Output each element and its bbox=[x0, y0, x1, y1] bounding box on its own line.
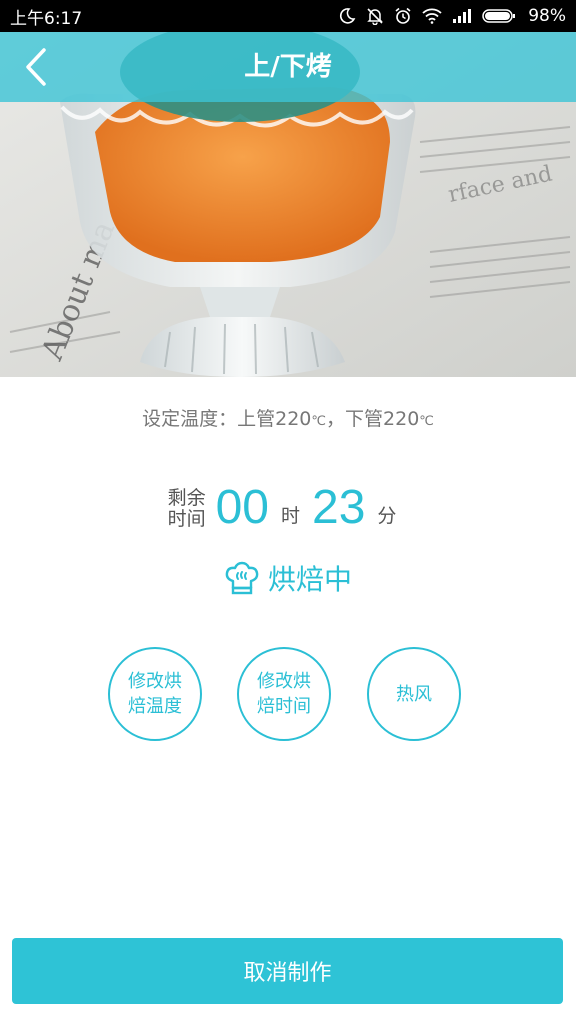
minutes-unit: 分 bbox=[377, 505, 397, 527]
remaining-minutes: 23 bbox=[312, 481, 366, 534]
cancel-production-button[interactable]: 取消制作 bbox=[12, 938, 563, 1004]
status-time: 上午6:17 bbox=[10, 8, 83, 29]
upper-temp-value: 220 bbox=[275, 408, 312, 430]
baking-status: 烘焙中 bbox=[0, 556, 576, 600]
baking-screen: 上午6:17 98% About ma rface and 上/下烤 设定温度：… bbox=[0, 0, 576, 1024]
alarm-icon bbox=[395, 7, 411, 24]
page-title: 上/下烤 bbox=[244, 52, 332, 82]
title-bar: 上/下烤 bbox=[0, 32, 576, 102]
upper-temp-unit: ℃ bbox=[311, 414, 326, 429]
cancel-production-label: 取消制作 bbox=[243, 961, 332, 986]
hot-air-button[interactable]: 热风 bbox=[367, 647, 461, 741]
hot-air-label: 热风 bbox=[396, 683, 432, 705]
back-button[interactable] bbox=[14, 44, 58, 90]
wifi-icon bbox=[422, 8, 442, 24]
status-bar: 上午6:17 98% bbox=[0, 0, 576, 32]
modify-temperature-button[interactable]: 修改烘 焙温度 bbox=[108, 647, 202, 741]
remaining-label: 剩余 时间 bbox=[168, 488, 206, 530]
remaining-hours: 00 bbox=[215, 481, 269, 534]
hours-unit: 时 bbox=[280, 505, 300, 527]
remaining-label-line2: 时间 bbox=[167, 508, 206, 530]
temp-separator: ，下管 bbox=[326, 408, 384, 430]
chevron-left-icon bbox=[26, 48, 46, 86]
moon-icon bbox=[340, 8, 356, 24]
baking-status-text: 烘焙中 bbox=[267, 563, 352, 596]
battery-icon bbox=[482, 9, 516, 23]
modify-temp-line1: 修改烘 bbox=[128, 671, 182, 692]
lower-temp-value: 220 bbox=[383, 408, 420, 430]
remaining-time: 剩余 时间 00 时 23 分 bbox=[0, 478, 576, 538]
modify-time-button[interactable]: 修改烘 焙时间 bbox=[237, 647, 331, 741]
signal-icon bbox=[453, 9, 472, 23]
lower-temp-unit: ℃ bbox=[419, 414, 434, 429]
modify-time-line1: 修改烘 bbox=[257, 671, 311, 692]
battery-percent: 98% bbox=[528, 6, 566, 26]
temperature-setting: 设定温度：上管220℃，下管220℃ bbox=[0, 404, 576, 431]
status-icons: 98% bbox=[338, 6, 566, 26]
modify-temp-line2: 焙温度 bbox=[128, 696, 182, 717]
modify-time-line2: 焙时间 bbox=[257, 696, 311, 717]
temp-prefix: 设定温度：上管 bbox=[142, 408, 276, 430]
remaining-label-line1: 剩余 bbox=[167, 487, 206, 509]
mute-bell-icon bbox=[367, 8, 384, 25]
chef-hat-icon bbox=[225, 561, 259, 595]
